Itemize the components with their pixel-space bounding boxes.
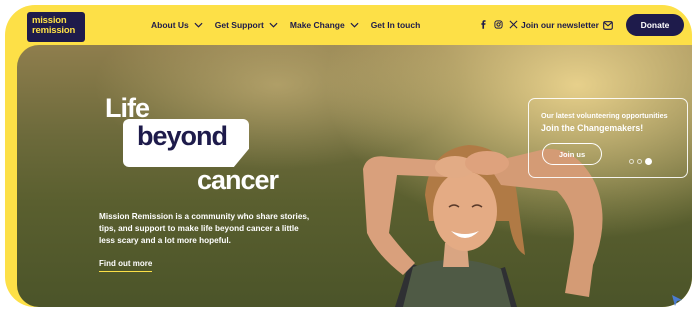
nav-get-in-touch-label: Get In touch <box>370 20 421 30</box>
donate-button[interactable]: Donate <box>626 14 684 36</box>
card-title: Join the Changemakers! <box>541 123 644 133</box>
instagram-icon[interactable] <box>494 20 503 29</box>
cursor-arrow-icon <box>672 295 682 306</box>
mail-icon <box>603 20 613 30</box>
hero-banner: Life beyond cancer Mission Remission is … <box>17 45 692 307</box>
carousel-dots <box>629 158 652 165</box>
hero-title-line-3: cancer <box>197 165 279 195</box>
nav-make-change-label: Make Change <box>289 20 345 30</box>
nav-make-change[interactable]: Make Change <box>290 20 359 30</box>
facebook-icon[interactable] <box>479 20 488 29</box>
chevron-down-icon <box>194 22 203 28</box>
logo-line-2: remission <box>32 25 76 36</box>
find-out-more-link[interactable]: Find out more <box>99 259 153 272</box>
mission-remission-logo[interactable]: mission remission <box>27 12 85 42</box>
chevron-down-icon <box>350 22 359 28</box>
carousel-dot[interactable] <box>629 159 634 164</box>
card-subtitle: Our latest volunteering opportunities <box>541 111 668 120</box>
newsletter-link[interactable]: Join our newsletter <box>521 20 613 30</box>
nav-about-us[interactable]: About Us <box>151 20 203 30</box>
x-icon[interactable] <box>509 20 518 29</box>
chevron-down-icon <box>269 22 278 28</box>
carousel-dot-active[interactable] <box>645 158 652 165</box>
main-nav: About Us Get Support Make Change Get In … <box>151 20 420 30</box>
newsletter-label: Join our newsletter <box>521 20 599 30</box>
nav-get-support[interactable]: Get Support <box>215 20 278 30</box>
volunteering-card: Our latest volunteering opportunities Jo… <box>528 98 688 178</box>
nav-get-in-touch[interactable]: Get In touch <box>371 20 421 30</box>
social-links <box>479 20 518 29</box>
hero-description: Mission Remission is a community who sha… <box>99 212 310 245</box>
join-us-button[interactable]: Join us <box>542 143 602 165</box>
page-frame: mission remission About Us Get Support M… <box>5 5 692 307</box>
hero-title-line-2: beyond <box>137 121 228 151</box>
carousel-dot[interactable] <box>637 159 642 164</box>
nav-about-us-label: About Us <box>151 20 189 30</box>
nav-get-support-label: Get Support <box>214 20 264 30</box>
